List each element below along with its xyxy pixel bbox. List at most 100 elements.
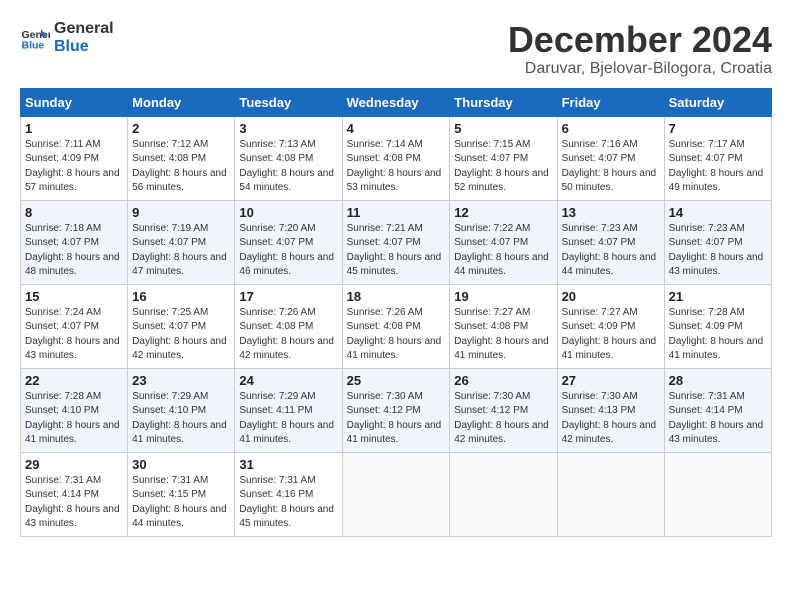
day-number: 8 (25, 205, 123, 220)
calendar-cell: 8 Sunrise: 7:18 AMSunset: 4:07 PMDaylight… (21, 200, 128, 284)
day-info: Sunrise: 7:27 AMSunset: 4:08 PMDaylight:… (454, 306, 552, 364)
day-number: 29 (25, 457, 123, 472)
calendar-cell (664, 452, 771, 536)
calendar-cell: 22Sunrise: 7:28 AMSunset: 4:10 PMDayligh… (21, 368, 128, 452)
day-number: 12 (454, 205, 552, 220)
day-number: 28 (669, 373, 767, 388)
calendar-week-row: 1Sunrise: 7:11 AMSunset: 4:09 PMDaylight… (21, 116, 772, 200)
day-number: 14 (669, 205, 767, 220)
calendar-cell: 24 Sunrise: 7:29 AMSunset: 4:11 PMDayligh… (235, 368, 342, 452)
calendar-cell: 21 Sunrise: 7:28 AMSunset: 4:09 PMDayligh… (664, 284, 771, 368)
logo-text: General Blue (54, 20, 114, 55)
weekday-header: Sunday (21, 88, 128, 116)
day-number: 4 (347, 121, 446, 136)
calendar-week-row: 8 Sunrise: 7:18 AMSunset: 4:07 PMDaylight… (21, 200, 772, 284)
calendar-cell: 13 Sunrise: 7:23 AMSunset: 4:07 PMDayligh… (557, 200, 664, 284)
calendar-cell: 4 Sunrise: 7:14 AMSunset: 4:08 PMDaylight… (342, 116, 450, 200)
day-info: Sunrise: 7:31 AMSunset: 4:14 PMDaylight:… (25, 474, 123, 532)
calendar-cell: 1Sunrise: 7:11 AMSunset: 4:09 PMDaylight… (21, 116, 128, 200)
day-number: 2 (132, 121, 230, 136)
day-info: Sunrise: 7:25 AMSunset: 4:07 PMDaylight:… (132, 306, 230, 364)
calendar-table: SundayMondayTuesdayWednesdayThursdayFrid… (20, 88, 772, 537)
day-info: Sunrise: 7:13 AMSunset: 4:08 PMDaylight:… (239, 138, 337, 196)
day-number: 17 (239, 289, 337, 304)
day-info: Sunrise: 7:26 AMSunset: 4:08 PMDaylight:… (347, 306, 446, 364)
calendar-cell: 18 Sunrise: 7:26 AMSunset: 4:08 PMDayligh… (342, 284, 450, 368)
day-info: Sunrise: 7:24 AMSunset: 4:07 PMDaylight:… (25, 306, 123, 364)
logo-general: General (54, 20, 114, 38)
day-number: 27 (562, 373, 660, 388)
day-number: 21 (669, 289, 767, 304)
calendar-cell: 28 Sunrise: 7:31 AMSunset: 4:14 PMDayligh… (664, 368, 771, 452)
day-info: Sunrise: 7:23 AMSunset: 4:07 PMDaylight:… (669, 222, 767, 280)
day-info: Sunrise: 7:19 AMSunset: 4:07 PMDaylight:… (132, 222, 230, 280)
day-info: Sunrise: 7:22 AMSunset: 4:07 PMDaylight:… (454, 222, 552, 280)
day-info: Sunrise: 7:29 AMSunset: 4:10 PMDaylight:… (132, 390, 230, 448)
calendar-cell: 15 Sunrise: 7:24 AMSunset: 4:07 PMDayligh… (21, 284, 128, 368)
calendar-cell: 20 Sunrise: 7:27 AMSunset: 4:09 PMDayligh… (557, 284, 664, 368)
day-number: 1 (25, 121, 123, 136)
day-number: 20 (562, 289, 660, 304)
day-number: 10 (239, 205, 337, 220)
day-number: 31 (239, 457, 337, 472)
day-info: Sunrise: 7:18 AMSunset: 4:07 PMDaylight:… (25, 222, 123, 280)
day-number: 3 (239, 121, 337, 136)
calendar-cell: 14 Sunrise: 7:23 AMSunset: 4:07 PMDayligh… (664, 200, 771, 284)
day-info: Sunrise: 7:28 AMSunset: 4:09 PMDaylight:… (669, 306, 767, 364)
day-number: 26 (454, 373, 552, 388)
day-info: Sunrise: 7:21 AMSunset: 4:07 PMDaylight:… (347, 222, 446, 280)
weekday-header: Monday (128, 88, 235, 116)
calendar-cell: 17Sunrise: 7:26 AMSunset: 4:08 PMDayligh… (235, 284, 342, 368)
calendar-cell: 6Sunrise: 7:16 AMSunset: 4:07 PMDaylight… (557, 116, 664, 200)
day-number: 25 (347, 373, 446, 388)
weekday-header: Friday (557, 88, 664, 116)
day-info: Sunrise: 7:31 AMSunset: 4:15 PMDaylight:… (132, 474, 230, 532)
calendar-cell: 9 Sunrise: 7:19 AMSunset: 4:07 PMDaylight… (128, 200, 235, 284)
day-number: 24 (239, 373, 337, 388)
day-number: 22 (25, 373, 123, 388)
day-info: Sunrise: 7:31 AMSunset: 4:16 PMDaylight:… (239, 474, 337, 532)
calendar-week-row: 29 Sunrise: 7:31 AMSunset: 4:14 PMDayligh… (21, 452, 772, 536)
title-block: December 2024 Daruvar, Bjelovar-Bilogora… (508, 20, 772, 78)
calendar-cell: 3 Sunrise: 7:13 AMSunset: 4:08 PMDaylight… (235, 116, 342, 200)
calendar-cell: 16Sunrise: 7:25 AMSunset: 4:07 PMDayligh… (128, 284, 235, 368)
day-info: Sunrise: 7:16 AMSunset: 4:07 PMDaylight:… (562, 138, 660, 196)
day-info: Sunrise: 7:30 AMSunset: 4:12 PMDaylight:… (347, 390, 446, 448)
calendar-cell: 12 Sunrise: 7:22 AMSunset: 4:07 PMDayligh… (450, 200, 557, 284)
day-info: Sunrise: 7:29 AMSunset: 4:11 PMDaylight:… (239, 390, 337, 448)
day-number: 18 (347, 289, 446, 304)
day-info: Sunrise: 7:12 AMSunset: 4:08 PMDaylight:… (132, 138, 230, 196)
day-info: Sunrise: 7:23 AMSunset: 4:07 PMDaylight:… (562, 222, 660, 280)
day-number: 7 (669, 121, 767, 136)
day-info: Sunrise: 7:30 AMSunset: 4:13 PMDaylight:… (562, 390, 660, 448)
weekday-header: Saturday (664, 88, 771, 116)
calendar-cell: 25 Sunrise: 7:30 AMSunset: 4:12 PMDayligh… (342, 368, 450, 452)
svg-text:Blue: Blue (22, 39, 45, 51)
day-info: Sunrise: 7:17 AMSunset: 4:07 PMDaylight:… (669, 138, 767, 196)
logo: General Blue General Blue (20, 20, 114, 55)
logo-icon: General Blue (20, 23, 50, 53)
weekday-header: Tuesday (235, 88, 342, 116)
day-info: Sunrise: 7:20 AMSunset: 4:07 PMDaylight:… (239, 222, 337, 280)
calendar-cell (342, 452, 450, 536)
day-info: Sunrise: 7:27 AMSunset: 4:09 PMDaylight:… (562, 306, 660, 364)
calendar-cell (450, 452, 557, 536)
day-info: Sunrise: 7:15 AMSunset: 4:07 PMDaylight:… (454, 138, 552, 196)
day-info: Sunrise: 7:31 AMSunset: 4:14 PMDaylight:… (669, 390, 767, 448)
calendar-cell: 23Sunrise: 7:29 AMSunset: 4:10 PMDayligh… (128, 368, 235, 452)
day-number: 15 (25, 289, 123, 304)
month-title: December 2024 (508, 20, 772, 60)
day-number: 9 (132, 205, 230, 220)
calendar-cell (557, 452, 664, 536)
calendar-week-row: 15 Sunrise: 7:24 AMSunset: 4:07 PMDayligh… (21, 284, 772, 368)
day-number: 19 (454, 289, 552, 304)
page-header: General Blue General Blue December 2024 … (20, 20, 772, 78)
calendar-cell: 2 Sunrise: 7:12 AMSunset: 4:08 PMDaylight… (128, 116, 235, 200)
logo-blue: Blue (54, 38, 114, 56)
day-info: Sunrise: 7:30 AMSunset: 4:12 PMDaylight:… (454, 390, 552, 448)
calendar-cell: 19 Sunrise: 7:27 AMSunset: 4:08 PMDayligh… (450, 284, 557, 368)
day-info: Sunrise: 7:14 AMSunset: 4:08 PMDaylight:… (347, 138, 446, 196)
calendar-cell: 30Sunrise: 7:31 AMSunset: 4:15 PMDayligh… (128, 452, 235, 536)
day-number: 13 (562, 205, 660, 220)
calendar-cell: 7 Sunrise: 7:17 AMSunset: 4:07 PMDaylight… (664, 116, 771, 200)
